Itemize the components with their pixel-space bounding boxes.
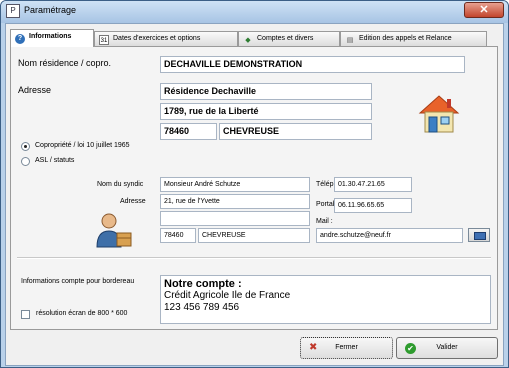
app-icon: P bbox=[6, 4, 20, 18]
syndic-name-label: Nom du syndic bbox=[97, 181, 144, 188]
info-icon: ? bbox=[15, 34, 25, 44]
syndic-mail-label: Mail : bbox=[316, 218, 333, 225]
tab-edition-appels[interactable]: ▤ Edition des appels et Relance bbox=[340, 31, 487, 46]
bordereau-line-bank: Crédit Agricole Ile de France bbox=[164, 290, 291, 301]
residence-address-line1[interactable]: Résidence Dechaville bbox=[160, 83, 372, 100]
syndic-address-line1[interactable]: 21, rue de l'Yvette bbox=[160, 194, 310, 209]
close-button[interactable]: ✖ Fermer bbox=[300, 337, 393, 359]
residence-postal-code[interactable]: 78460 bbox=[160, 123, 217, 140]
status-label-asl: ASL / statuts bbox=[35, 157, 75, 164]
syndic-name-field[interactable]: Monsieur André Schutze bbox=[160, 177, 310, 192]
syndic-phone-field[interactable]: 01.30.47.21.65 bbox=[334, 177, 412, 192]
accounts-icon: ◆ bbox=[245, 37, 251, 44]
residence-name-field[interactable]: DECHAVILLE DEMONSTRATION bbox=[160, 56, 465, 73]
syndic-postal-code[interactable]: 78460 bbox=[160, 228, 196, 243]
dialog-client-area: ? Informations 31 Dates d'exercices et opt… bbox=[5, 23, 504, 366]
house-icon bbox=[418, 95, 460, 133]
informations-panel: Nom résidence / copro. DECHAVILLE DEMONS… bbox=[10, 46, 498, 330]
tab-comptes-divers[interactable]: ◆ Comptes et divers bbox=[238, 31, 340, 46]
status-radio-copropriete[interactable] bbox=[21, 142, 30, 151]
validate-button-label: Valider bbox=[436, 344, 458, 351]
bordereau-title-line: Notre compte : bbox=[164, 278, 242, 290]
tab-label: Edition des appels et Relance bbox=[359, 35, 452, 42]
tab-label: Dates d'exercices et options bbox=[113, 35, 201, 42]
printer-icon: ▤ bbox=[346, 37, 354, 44]
resolution-label: résolution écran de 800 * 600 bbox=[36, 310, 128, 317]
syndic-mobile-field[interactable]: 06.11.96.65.65 bbox=[334, 198, 412, 213]
tab-dates-exercices[interactable]: 31 Dates d'exercices et options bbox=[94, 31, 238, 46]
tab-label: Comptes et divers bbox=[257, 35, 314, 42]
syndic-person-icon bbox=[96, 213, 132, 248]
tab-label: Informations bbox=[29, 33, 72, 40]
bordereau-memo[interactable]: Notre compte : Crédit Agricole Ile de Fr… bbox=[160, 275, 491, 324]
validate-button[interactable]: ✔ Valider bbox=[396, 337, 498, 359]
syndic-address-label: Adresse bbox=[120, 198, 146, 205]
window-close-button[interactable]: ✕ bbox=[464, 2, 504, 18]
send-mail-button[interactable] bbox=[468, 228, 490, 242]
cancel-x-icon: ✖ bbox=[309, 342, 318, 353]
status-radio-asl[interactable] bbox=[21, 157, 30, 166]
checkmark-icon: ✔ bbox=[405, 343, 416, 354]
bordereau-line-account: 123 456 789 456 bbox=[164, 302, 240, 313]
bordereau-label: Informations compte pour bordereau bbox=[21, 278, 135, 285]
syndic-mail-field[interactable]: andre.schutze@neuf.fr bbox=[316, 228, 463, 243]
syndic-address-line2[interactable] bbox=[160, 211, 310, 226]
residence-address-line2[interactable]: 1789, rue de la Liberté bbox=[160, 103, 372, 120]
residence-name-label: Nom résidence / copro. bbox=[18, 58, 112, 68]
status-label-copropriete: Copropriété / loi 10 juillet 1965 bbox=[35, 142, 130, 149]
calendar-icon: 31 bbox=[99, 35, 109, 45]
section-separator bbox=[17, 257, 491, 259]
residence-city[interactable]: CHEVREUSE bbox=[219, 123, 372, 140]
window-title: Paramétrage bbox=[24, 5, 77, 15]
close-button-label: Fermer bbox=[335, 344, 358, 351]
residence-address-label: Adresse bbox=[18, 85, 52, 95]
resolution-checkbox[interactable] bbox=[21, 310, 30, 319]
title-bar[interactable]: P Paramétrage ✕ bbox=[1, 1, 508, 23]
syndic-city[interactable]: CHEVREUSE bbox=[198, 228, 310, 243]
settings-window: P Paramétrage ✕ ? Informations 31 Dates d'… bbox=[0, 0, 509, 368]
tab-informations[interactable]: ? Informations bbox=[10, 29, 94, 47]
